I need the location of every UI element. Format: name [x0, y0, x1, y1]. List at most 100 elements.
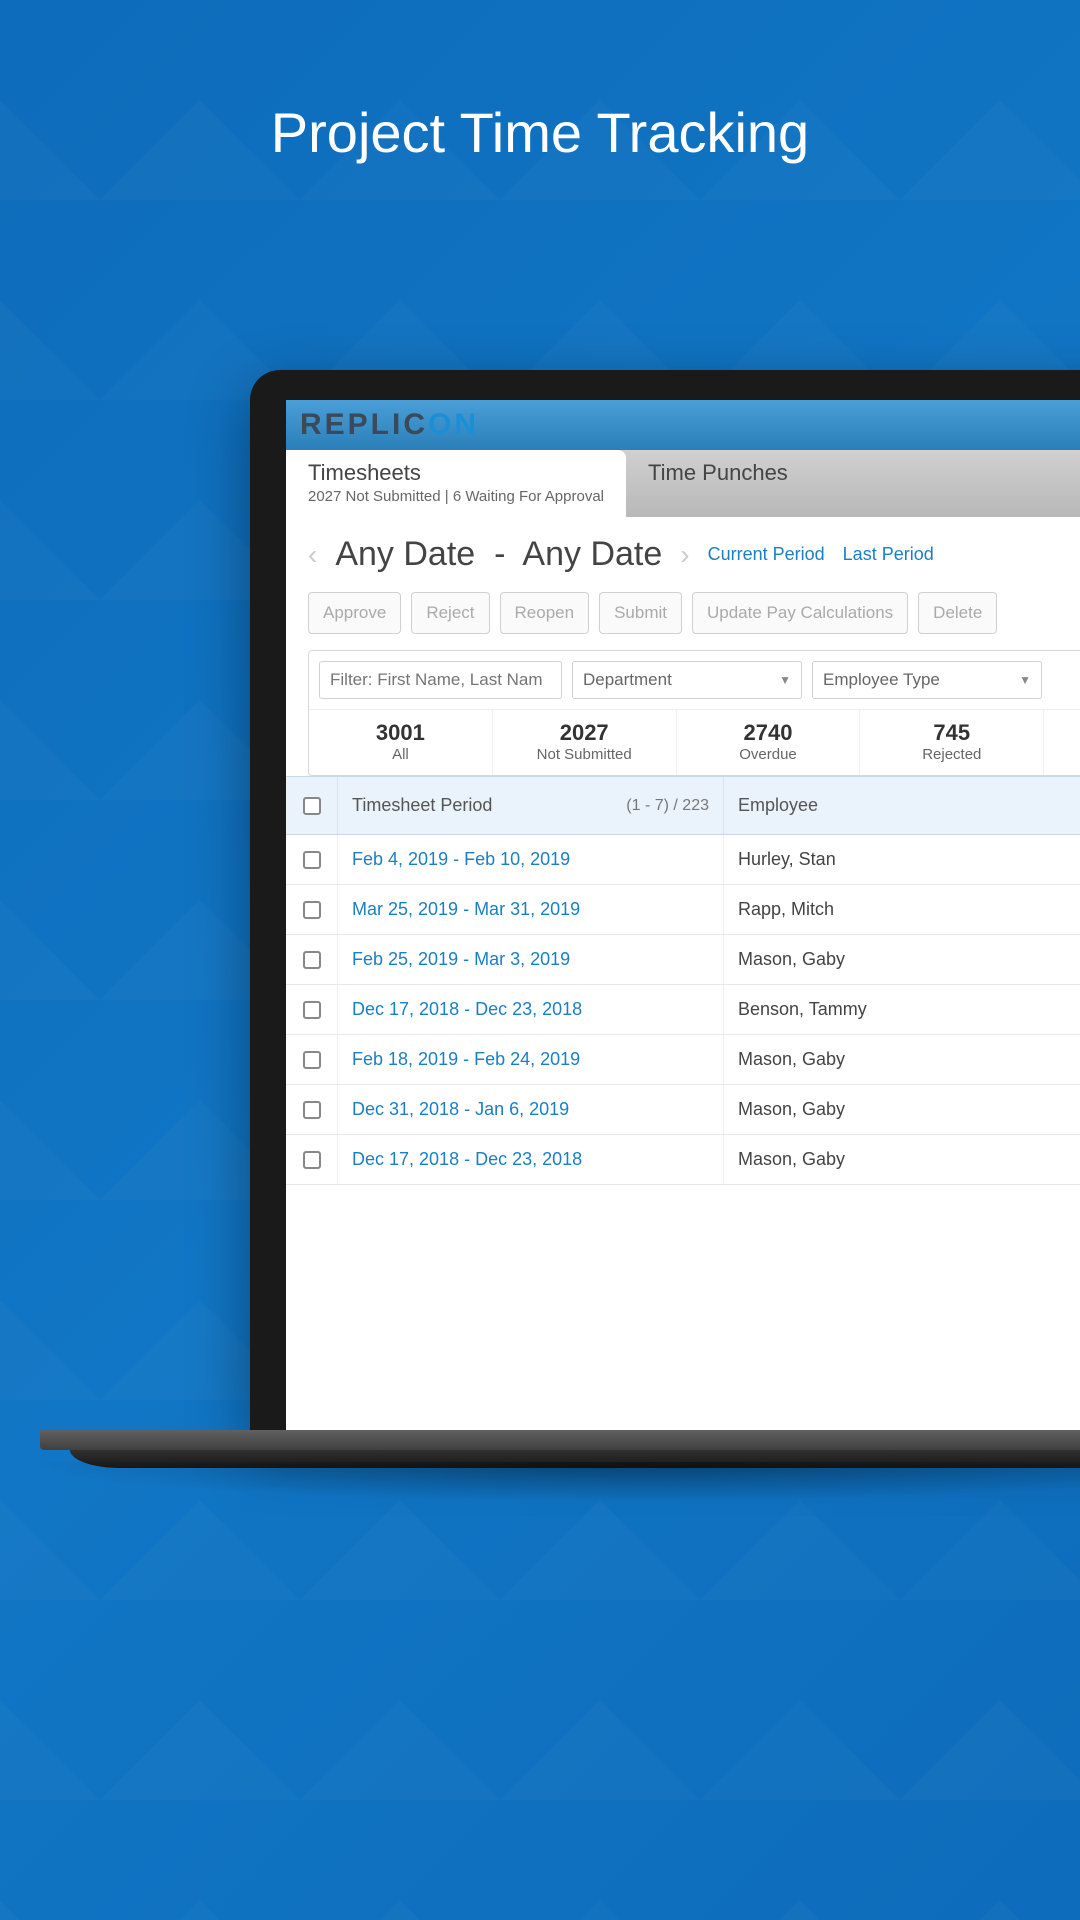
- row-period-link[interactable]: Dec 31, 2018 - Jan 6, 2019: [338, 1085, 724, 1134]
- row-checkbox[interactable]: [303, 1051, 321, 1069]
- row-checkbox[interactable]: [303, 1001, 321, 1019]
- row-period-link[interactable]: Feb 18, 2019 - Feb 24, 2019: [338, 1035, 724, 1084]
- filter-controls: Department ▼ Employee Type ▼: [309, 651, 1080, 709]
- reopen-button[interactable]: Reopen: [500, 592, 590, 634]
- stat-label: Overdue: [677, 746, 860, 763]
- row-period-link[interactable]: Mar 25, 2019 - Mar 31, 2019: [338, 885, 724, 934]
- stat-value: 3001: [309, 720, 492, 746]
- row-checkbox-cell: [286, 985, 338, 1034]
- row-checkbox-cell: [286, 935, 338, 984]
- header-period[interactable]: Timesheet Period (1 - 7) / 223: [338, 777, 724, 834]
- stat-overdue[interactable]: 2740 Overdue: [677, 710, 861, 775]
- filter-panel: Department ▼ Employee Type ▼ 3001 All 20…: [308, 650, 1080, 776]
- brand-suffix: ON: [428, 408, 479, 441]
- table-row: Feb 4, 2019 - Feb 10, 2019Hurley, Stan: [286, 835, 1080, 885]
- header-period-label: Timesheet Period: [352, 795, 492, 816]
- row-checkbox-cell: [286, 885, 338, 934]
- date-to: Any Date: [522, 535, 662, 573]
- caret-down-icon: ▼: [1019, 673, 1031, 687]
- row-checkbox-cell: [286, 1035, 338, 1084]
- row-employee: Mason, Gaby: [724, 935, 1080, 984]
- timesheet-table: Timesheet Period (1 - 7) / 223 Employee …: [286, 776, 1080, 1185]
- stat-not-submitted[interactable]: 2027 Not Submitted: [493, 710, 677, 775]
- app-header: REPLICON: [286, 400, 1080, 450]
- tab-subtext: 2027 Not Submitted | 6 Waiting For Appro…: [308, 488, 604, 505]
- laptop-hinge: [40, 1430, 1080, 1450]
- row-checkbox[interactable]: [303, 851, 321, 869]
- current-period-link[interactable]: Current Period: [708, 544, 825, 565]
- row-employee: Mason, Gaby: [724, 1135, 1080, 1184]
- header-checkbox-cell: [286, 777, 338, 834]
- stat-rejected[interactable]: 745 Rejected: [860, 710, 1044, 775]
- header-employee-label: Employee: [738, 795, 818, 815]
- table-row: Dec 31, 2018 - Jan 6, 2019Mason, Gaby: [286, 1085, 1080, 1135]
- header-employee[interactable]: Employee: [724, 777, 1080, 834]
- row-employee: Rapp, Mitch: [724, 885, 1080, 934]
- table-row: Feb 18, 2019 - Feb 24, 2019Mason, Gaby: [286, 1035, 1080, 1085]
- table-body: Feb 4, 2019 - Feb 10, 2019Hurley, StanMa…: [286, 835, 1080, 1185]
- row-checkbox[interactable]: [303, 901, 321, 919]
- row-checkbox-cell: [286, 835, 338, 884]
- row-employee: Mason, Gaby: [724, 1085, 1080, 1134]
- row-checkbox[interactable]: [303, 1101, 321, 1119]
- laptop-mockup: REPLICON Timesheets 2027 Not Submitted |…: [250, 370, 1080, 1480]
- stat-value: 2027: [493, 720, 676, 746]
- chevron-left-icon[interactable]: ‹: [308, 539, 317, 571]
- tab-label: Timesheets: [308, 460, 604, 486]
- chevron-right-icon[interactable]: ›: [680, 539, 689, 571]
- brand-name: REPLIC: [300, 408, 428, 441]
- select-all-checkbox[interactable]: [303, 797, 321, 815]
- date-range-display[interactable]: Any Date - Any Date: [335, 535, 662, 574]
- row-checkbox[interactable]: [303, 1151, 321, 1169]
- action-button-row: Approve Reject Reopen Submit Update Pay …: [286, 592, 1080, 650]
- row-employee: Hurley, Stan: [724, 835, 1080, 884]
- reject-button[interactable]: Reject: [411, 592, 489, 634]
- update-pay-button[interactable]: Update Pay Calculations: [692, 592, 908, 634]
- row-period-link[interactable]: Feb 4, 2019 - Feb 10, 2019: [338, 835, 724, 884]
- select-label: Employee Type: [823, 670, 940, 690]
- date-range-row: ‹ Any Date - Any Date › Current Period L…: [286, 517, 1080, 592]
- stat-label: All: [309, 746, 492, 763]
- stat-label: Not Submitted: [493, 746, 676, 763]
- app-screen: REPLICON Timesheets 2027 Not Submitted |…: [286, 400, 1080, 1430]
- filter-name-input[interactable]: [319, 661, 562, 699]
- row-checkbox[interactable]: [303, 951, 321, 969]
- stat-value: 2740: [677, 720, 860, 746]
- table-row: Dec 17, 2018 - Dec 23, 2018Benson, Tammy: [286, 985, 1080, 1035]
- stat-all[interactable]: 3001 All: [309, 710, 493, 775]
- row-checkbox-cell: [286, 1135, 338, 1184]
- table-row: Dec 17, 2018 - Dec 23, 2018Mason, Gaby: [286, 1135, 1080, 1185]
- laptop-base: [250, 1430, 1080, 1480]
- caret-down-icon: ▼: [779, 673, 791, 687]
- tab-timesheets[interactable]: Timesheets 2027 Not Submitted | 6 Waitin…: [286, 450, 626, 517]
- row-employee: Mason, Gaby: [724, 1035, 1080, 1084]
- stat-waiting[interactable]: Wai: [1044, 710, 1080, 775]
- select-label: Department: [583, 670, 672, 690]
- table-header: Timesheet Period (1 - 7) / 223 Employee: [286, 776, 1080, 835]
- hero-title: Project Time Tracking: [0, 100, 1080, 165]
- tab-bar: Timesheets 2027 Not Submitted | 6 Waitin…: [286, 450, 1080, 517]
- submit-button[interactable]: Submit: [599, 592, 682, 634]
- table-row: Mar 25, 2019 - Mar 31, 2019Rapp, Mitch: [286, 885, 1080, 935]
- department-select[interactable]: Department ▼: [572, 661, 802, 699]
- header-period-count: (1 - 7) / 223: [626, 797, 709, 815]
- employee-type-select[interactable]: Employee Type ▼: [812, 661, 1042, 699]
- stat-label: Wai: [1044, 720, 1080, 737]
- tab-label: Time Punches: [648, 460, 788, 486]
- row-period-link[interactable]: Dec 17, 2018 - Dec 23, 2018: [338, 1135, 724, 1184]
- table-row: Feb 25, 2019 - Mar 3, 2019Mason, Gaby: [286, 935, 1080, 985]
- last-period-link[interactable]: Last Period: [843, 544, 934, 565]
- tab-time-punches[interactable]: Time Punches: [626, 450, 810, 517]
- stat-label: Rejected: [860, 746, 1043, 763]
- row-period-link[interactable]: Dec 17, 2018 - Dec 23, 2018: [338, 985, 724, 1034]
- laptop-screen-frame: REPLICON Timesheets 2027 Not Submitted |…: [250, 370, 1080, 1430]
- laptop-shadow: [20, 1462, 1080, 1502]
- status-filter-row: 3001 All 2027 Not Submitted 2740 Overdue…: [309, 709, 1080, 775]
- row-checkbox-cell: [286, 1085, 338, 1134]
- row-employee: Benson, Tammy: [724, 985, 1080, 1034]
- row-period-link[interactable]: Feb 25, 2019 - Mar 3, 2019: [338, 935, 724, 984]
- date-from: Any Date: [335, 535, 475, 573]
- delete-button[interactable]: Delete: [918, 592, 997, 634]
- brand-logo: REPLICON: [300, 408, 479, 442]
- approve-button[interactable]: Approve: [308, 592, 401, 634]
